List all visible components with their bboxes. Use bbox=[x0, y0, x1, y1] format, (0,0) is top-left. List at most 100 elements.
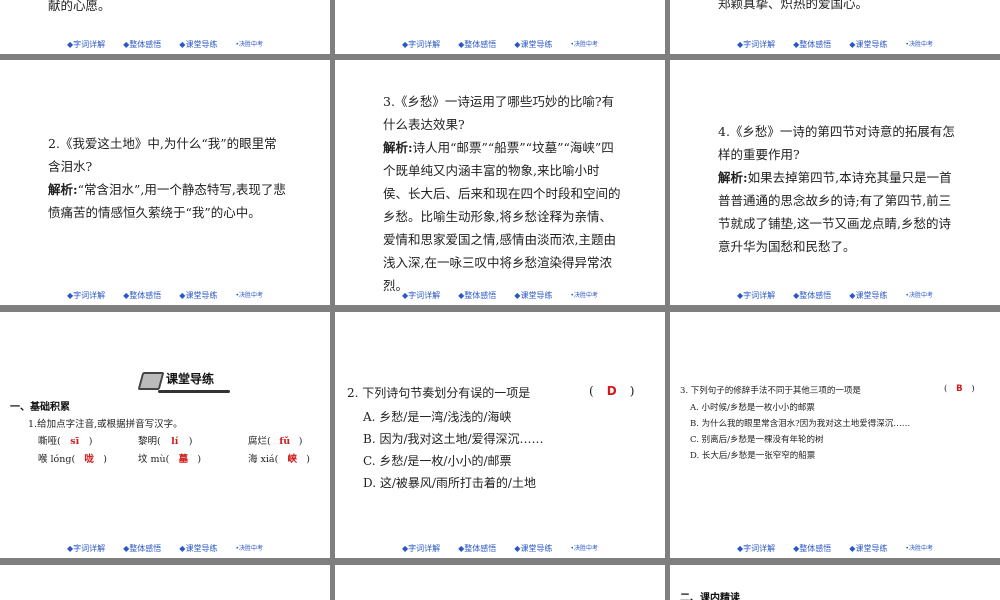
nav-exam-link[interactable]: •决胜中考 bbox=[235, 543, 263, 554]
nav-overview-link[interactable]: ◆整体感悟 bbox=[123, 290, 161, 301]
slide-1[interactable]: 献的心愿。 ◆字词详解 ◆整体感悟 ◆课堂导练 •决胜中考 bbox=[0, 0, 330, 54]
option-a: A. 小时候/乡愁是一枚小小的邮票 bbox=[690, 403, 815, 413]
nav-exam-link[interactable]: •决胜中考 bbox=[905, 543, 933, 554]
vocab-item: 喉 lóng(咙) bbox=[38, 451, 107, 465]
nav-practice-link[interactable]: ◆课堂导练 bbox=[179, 290, 217, 301]
answer-text: B bbox=[956, 384, 963, 394]
vocab-item: 黎明(lí) bbox=[138, 436, 193, 447]
answer-text: 峡 bbox=[287, 454, 298, 465]
analysis-text: 如果去掉第四节,本诗充其量只是一首普普通通的思念故乡的诗;有了第四节,前三节就成… bbox=[718, 170, 952, 254]
nav-practice-link[interactable]: ◆课堂导练 bbox=[849, 290, 887, 301]
slide-nav: ◆字词详解 ◆整体感悟 ◆课堂导练 •决胜中考 bbox=[0, 290, 330, 301]
nav-vocab-link[interactable]: ◆字词详解 bbox=[67, 543, 105, 554]
slide-nav: ◆字词详解 ◆整体感悟 ◆课堂导练 •决胜中考 bbox=[335, 290, 665, 301]
option-d: D. 这/被暴风/雨所打击着的/土地 bbox=[363, 476, 536, 490]
answer-bracket: (B) bbox=[944, 384, 975, 394]
nav-practice-link[interactable]: ◆课堂导练 bbox=[179, 543, 217, 554]
banner-underline bbox=[158, 390, 230, 393]
slide-nav: ◆字词详解 ◆整体感悟 ◆课堂导练 •决胜中考 bbox=[335, 543, 665, 554]
instruction-text: 1.给加点字注音,或根据拼音写汉字。 bbox=[28, 419, 183, 430]
nav-vocab-link[interactable]: ◆字词详解 bbox=[67, 290, 105, 301]
nav-overview-link[interactable]: ◆整体感悟 bbox=[793, 39, 831, 50]
option-c: C. 别离后/乡愁是一棵没有年轮的树 bbox=[690, 435, 824, 445]
nav-vocab-link[interactable]: ◆字词详解 bbox=[737, 543, 775, 554]
slide-nav: ◆字词详解 ◆整体感悟 ◆课堂导练 •决胜中考 bbox=[0, 543, 330, 554]
question-text: 4.《乡愁》一诗的第四节对诗意的拓展有怎样的重要作用? 解析:如果去掉第四节,本… bbox=[718, 124, 955, 254]
slide-4[interactable]: 2.《我爱这土地》中,为什么“我”的眼里常含泪水? 解析:“常含泪水”,用一个静… bbox=[0, 60, 330, 305]
slide-11[interactable] bbox=[335, 565, 665, 600]
vocab-item: 嘶哑(sī) bbox=[38, 436, 93, 447]
nav-overview-link[interactable]: ◆整体感悟 bbox=[458, 543, 496, 554]
option-b: B. 因为/我对这土地/爱得深沉…… bbox=[363, 432, 544, 446]
slide-8[interactable]: 2. 下列诗句节奏划分有误的一项是 (D) A. 乡愁/是一湾/浅浅的/海峡 B… bbox=[335, 312, 665, 558]
slide-6[interactable]: 4.《乡愁》一诗的第四节对诗意的拓展有怎样的重要作用? 解析:如果去掉第四节,本… bbox=[670, 60, 1000, 305]
slide-2[interactable]: ◆字词详解 ◆整体感悟 ◆课堂导练 •决胜中考 bbox=[335, 0, 665, 54]
nav-vocab-link[interactable]: ◆字词详解 bbox=[737, 39, 775, 50]
answer-bracket: (D) bbox=[589, 384, 635, 398]
nav-overview-link[interactable]: ◆整体感悟 bbox=[458, 290, 496, 301]
nav-practice-link[interactable]: ◆课堂导练 bbox=[179, 39, 217, 50]
slide-nav: ◆字词详解 ◆整体感悟 ◆课堂导练 •决胜中考 bbox=[670, 290, 1000, 301]
answer-text: lí bbox=[171, 436, 179, 447]
nav-exam-link[interactable]: •决胜中考 bbox=[570, 39, 598, 50]
banner-title: 课堂导练 bbox=[166, 372, 215, 386]
nav-overview-link[interactable]: ◆整体感悟 bbox=[458, 39, 496, 50]
nav-practice-link[interactable]: ◆课堂导练 bbox=[849, 543, 887, 554]
vocab-item: 坟 mù(墓) bbox=[138, 451, 201, 465]
nav-overview-link[interactable]: ◆整体感悟 bbox=[793, 543, 831, 554]
analysis-label: 解析: bbox=[48, 182, 78, 197]
vocab-item: 海 xiá(峡) bbox=[248, 451, 310, 465]
nav-exam-link[interactable]: •决胜中考 bbox=[570, 290, 598, 301]
nav-vocab-link[interactable]: ◆字词详解 bbox=[402, 543, 440, 554]
question-text: 2.《我爱这土地》中,为什么“我”的眼里常含泪水? 解析:“常含泪水”,用一个静… bbox=[48, 136, 286, 220]
answer-text: D bbox=[606, 384, 617, 398]
nav-practice-link[interactable]: ◆课堂导练 bbox=[514, 39, 552, 50]
analysis-label: 解析: bbox=[383, 140, 413, 155]
option-a: A. 乡愁/是一湾/浅浅的/海峡 bbox=[363, 410, 512, 424]
analysis-label: 解析: bbox=[718, 170, 748, 185]
slide-nav: ◆字词详解 ◆整体感悟 ◆课堂导练 •决胜中考 bbox=[335, 39, 665, 50]
analysis-text: “常含泪水”,用一个静态特写,表现了悲愤痛苦的情感恒久萦绕于“我”的心中。 bbox=[48, 182, 286, 220]
slide-10[interactable] bbox=[0, 565, 330, 600]
nav-exam-link[interactable]: •决胜中考 bbox=[570, 543, 598, 554]
answer-text: 咙 bbox=[84, 454, 94, 465]
question-text: 3.《乡愁》一诗运用了哪些巧妙的比喻?有什么表达效果? 解析:诗人用“邮票”“船… bbox=[383, 94, 621, 293]
option-c: C. 乡愁/是一枚/小小的/邮票 bbox=[363, 454, 512, 468]
vocab-item: 腐烂(fǔ) bbox=[248, 436, 303, 447]
nav-overview-link[interactable]: ◆整体感悟 bbox=[123, 39, 161, 50]
slide-9[interactable]: 3. 下列句子的修辞手法不同于其他三项的一项是 (B) A. 小时候/乡愁是一枚… bbox=[670, 312, 1000, 558]
answer-text: 墓 bbox=[178, 454, 189, 465]
option-list: A. 乡愁/是一湾/浅浅的/海峡 B. 因为/我对这土地/爱得深沉…… C. 乡… bbox=[363, 406, 544, 494]
option-b: B. 为什么我的眼里常含泪水?因为我对这土地爱得深沉…… bbox=[690, 419, 911, 429]
answer-text: sī bbox=[70, 436, 80, 447]
nav-practice-link[interactable]: ◆课堂导练 bbox=[849, 39, 887, 50]
slide-3[interactable]: 郑颖真挚、炽热的爱国心。 ◆字词详解 ◆整体感悟 ◆课堂导练 •决胜中考 bbox=[670, 0, 1000, 54]
nav-exam-link[interactable]: •决胜中考 bbox=[905, 39, 933, 50]
nav-exam-link[interactable]: •决胜中考 bbox=[235, 290, 263, 301]
nav-vocab-link[interactable]: ◆字词详解 bbox=[67, 39, 105, 50]
nav-practice-link[interactable]: ◆课堂导练 bbox=[514, 543, 552, 554]
nav-exam-link[interactable]: •决胜中考 bbox=[905, 290, 933, 301]
slide-7[interactable]: 课堂导练 一、基础积累 1.给加点字注音,或根据拼音写汉字。 嘶哑(sī) 黎明… bbox=[0, 312, 330, 558]
nav-overview-link[interactable]: ◆整体感悟 bbox=[793, 290, 831, 301]
option-list: A. 小时候/乡愁是一枚小小的邮票 B. 为什么我的眼里常含泪水?因为我对这土地… bbox=[690, 400, 910, 464]
nav-vocab-link[interactable]: ◆字词详解 bbox=[402, 290, 440, 301]
nav-overview-link[interactable]: ◆整体感悟 bbox=[123, 543, 161, 554]
question-text: 3. 下列句子的修辞手法不同于其他三项的一项是 bbox=[680, 386, 861, 396]
section-heading: 二、课内精读 bbox=[680, 593, 740, 600]
analysis-text: 诗人用“邮票”“船票”“坟墓”“海峡”四个既单纯又内涵丰富的物象,来比喻小时侯、… bbox=[383, 140, 621, 293]
nav-practice-link[interactable]: ◆课堂导练 bbox=[514, 290, 552, 301]
nav-vocab-link[interactable]: ◆字词详解 bbox=[402, 39, 440, 50]
answer-text: fǔ bbox=[279, 436, 291, 447]
nav-exam-link[interactable]: •决胜中考 bbox=[235, 39, 263, 50]
slide-nav: ◆字词详解 ◆整体感悟 ◆课堂导练 •决胜中考 bbox=[670, 39, 1000, 50]
nav-vocab-link[interactable]: ◆字词详解 bbox=[737, 290, 775, 301]
section-heading: 一、基础积累 bbox=[10, 402, 70, 413]
slide-nav: ◆字词详解 ◆整体感悟 ◆课堂导练 •决胜中考 bbox=[0, 39, 330, 50]
slide-12[interactable]: 二、课内精读 bbox=[670, 565, 1000, 600]
option-d: D. 长大后/乡愁是一张窄窄的船票 bbox=[690, 451, 816, 461]
slide-text: 献的心愿。 bbox=[48, 0, 111, 13]
slide-5[interactable]: 3.《乡愁》一诗运用了哪些巧妙的比喻?有什么表达效果? 解析:诗人用“邮票”“船… bbox=[335, 60, 665, 305]
slide-text: 郑颖真挚、炽热的爱国心。 bbox=[718, 0, 869, 11]
slide-nav: ◆字词详解 ◆整体感悟 ◆课堂导练 •决胜中考 bbox=[670, 543, 1000, 554]
